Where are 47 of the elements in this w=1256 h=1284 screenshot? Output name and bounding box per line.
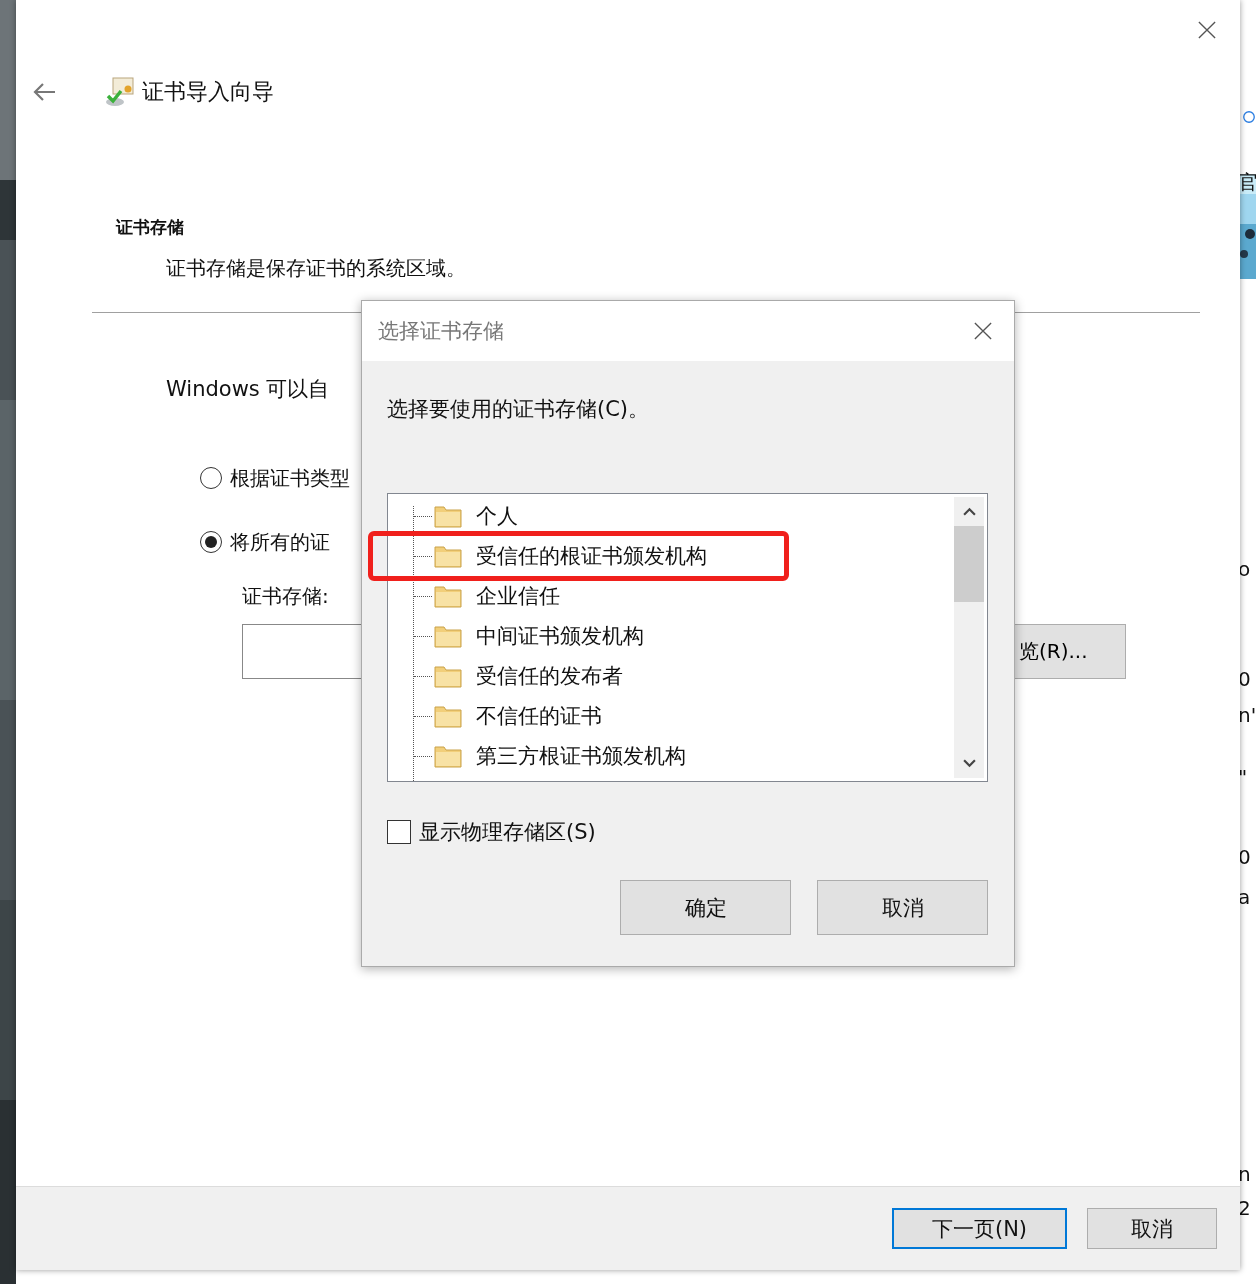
folder-icon [434, 584, 462, 608]
folder-icon [434, 504, 462, 528]
wizard-title: 证书导入向导 [142, 78, 274, 106]
close-icon[interactable] [974, 322, 992, 340]
text-fragment: a [1240, 885, 1252, 909]
folder-icon [434, 664, 462, 688]
store-item[interactable]: 企业信任 [414, 583, 560, 609]
store-item[interactable]: 中间证书颁发机构 [414, 623, 644, 649]
folder-icon [434, 624, 462, 648]
text-fragment: 0 [1240, 667, 1252, 691]
certificate-icon [104, 76, 136, 108]
intro-text: Windows 可以自 [166, 376, 331, 403]
option-label: 将所有的证 [230, 528, 330, 556]
footer-button[interactable]: 取消 [1087, 1208, 1217, 1249]
close-icon[interactable] [1198, 21, 1216, 39]
folder-icon [434, 544, 462, 568]
radio-button[interactable] [200, 467, 222, 489]
text-fragment: 0 [1240, 845, 1252, 869]
store-item[interactable]: 受信任的根证书颁发机构 [414, 543, 707, 569]
store-item[interactable]: 第三方根证书颁发机构 [414, 743, 686, 769]
store-item[interactable]: 个人 [414, 503, 518, 529]
scrollbar[interactable] [954, 497, 984, 778]
folder-icon [434, 704, 462, 728]
checkbox[interactable] [387, 820, 411, 844]
text-fragment: " [1240, 765, 1249, 789]
dialog-button[interactable]: 取消 [817, 880, 988, 935]
option-label: 根据证书类型 [230, 464, 350, 492]
store-label: 证书存储: [242, 583, 329, 610]
dialog-button[interactable]: 确定 [620, 880, 791, 935]
store-item[interactable]: 不信任的证书 [414, 703, 602, 729]
section-heading: 证书存储 [116, 216, 185, 239]
circle-icon [1242, 110, 1256, 124]
browse-button[interactable]: 览(R)... [1014, 624, 1126, 679]
text-fragment: n' [1240, 703, 1256, 727]
folder-icon [434, 744, 462, 768]
text-fragment: n [1240, 1162, 1252, 1186]
dialog-prompt: 选择要使用的证书存储(C)。 [387, 396, 651, 423]
store-item[interactable]: 受信任的发布者 [414, 663, 623, 689]
text-fragment: 2 [1240, 1196, 1252, 1220]
section-description: 证书存储是保存证书的系统区域。 [166, 255, 467, 282]
checkbox-label: 显示物理存储区(S) [419, 819, 596, 846]
dialog-title: 选择证书存储 [378, 318, 505, 345]
scroll-down-icon[interactable] [962, 759, 976, 768]
radio-button[interactable] [200, 531, 222, 553]
footer-button[interactable]: 下一页(N) [892, 1208, 1067, 1249]
back-arrow-icon[interactable] [32, 82, 56, 102]
scroll-up-icon[interactable] [962, 507, 976, 516]
